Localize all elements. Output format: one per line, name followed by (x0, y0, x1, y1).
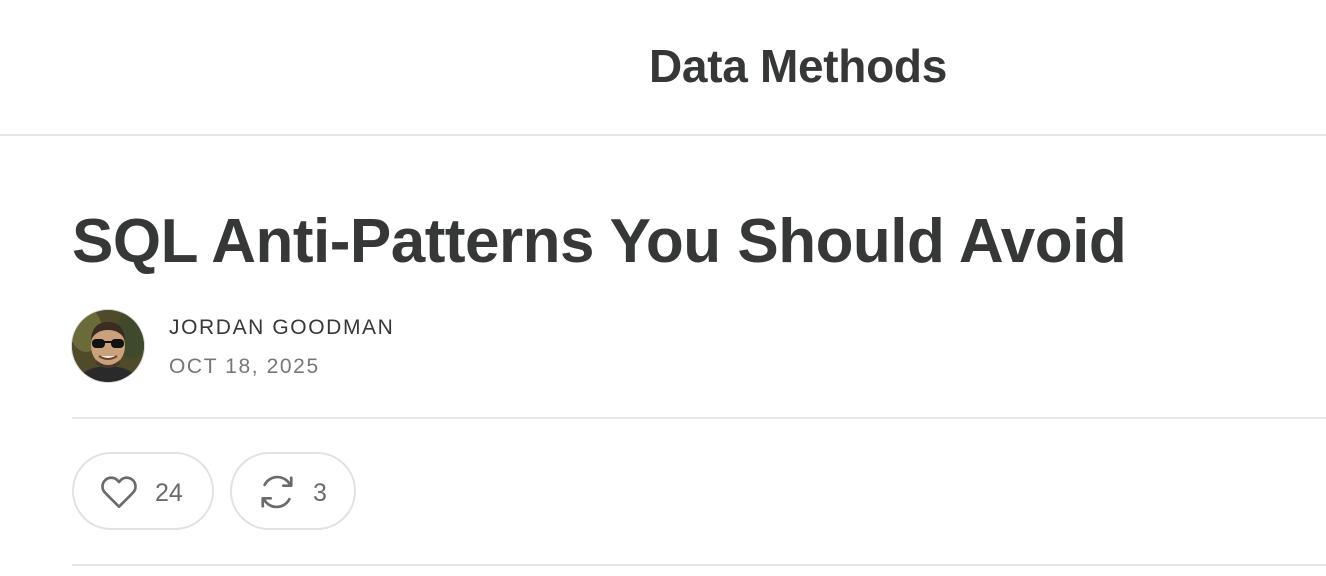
heart-icon (100, 473, 138, 511)
restack-count: 3 (313, 479, 327, 507)
divider (72, 417, 1326, 419)
post-byline: JORDAN GOODMAN OCT 18, 2025 (72, 310, 1326, 382)
post-title: SQL Anti-Patterns You Should Avoid (72, 207, 1127, 276)
author-avatar[interactable] (72, 310, 144, 382)
author-avatar-image (72, 310, 144, 382)
restack-icon (258, 473, 296, 511)
divider (72, 564, 1326, 566)
post-date: OCT 18, 2025 (169, 355, 320, 378)
author-name[interactable]: JORDAN GOODMAN (169, 315, 394, 341)
like-button[interactable]: 24 (72, 452, 214, 530)
publication-name[interactable]: Data Methods (649, 38, 947, 94)
publication-header: Data Methods (0, 0, 1326, 136)
like-count: 24 (155, 479, 183, 507)
restack-button[interactable]: 3 (230, 452, 356, 530)
